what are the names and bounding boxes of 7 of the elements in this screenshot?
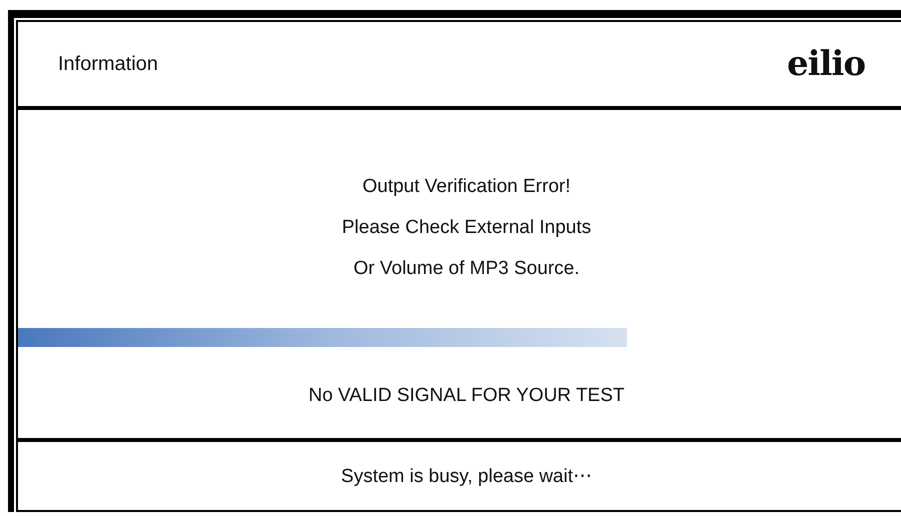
brand-logo: eilio [786,44,865,84]
status-message: System is busy, please wait⋯ [341,465,592,488]
dialog-title: Information [58,52,158,76]
error-message: Or Volume of MP3 Source. [352,257,580,281]
error-message: Please Check External Inputs [340,216,592,240]
error-message: Output Verification Error! [361,175,571,199]
signal-status: No VALID SIGNAL FOR YOUR TEST [307,384,626,408]
